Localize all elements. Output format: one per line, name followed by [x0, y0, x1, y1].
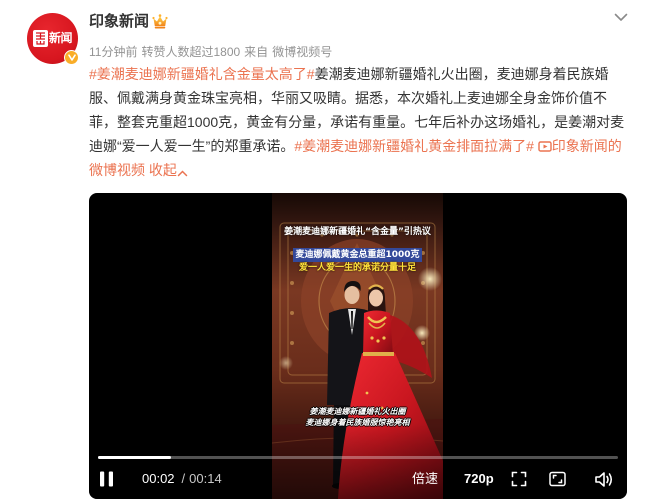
avatar[interactable]: 新闻 [27, 13, 79, 65]
avatar-logo-text: 新闻 [49, 31, 73, 45]
time-separator: / [181, 471, 186, 486]
progress-fill [98, 456, 171, 459]
verified-badge-icon [64, 50, 79, 65]
source-prefix: 来自 [244, 45, 269, 59]
time-display: 00:02 /00:14 [142, 471, 222, 487]
post-source[interactable]: 微博视频号 [272, 45, 332, 59]
post-text: #姜潮麦迪娜新疆婚礼含金量太高了#姜潮麦迪娜新疆婚礼火出圈，麦迪娜身着民族婚服、… [89, 62, 627, 182]
hashtag-link[interactable]: #姜潮麦迪娜新疆婚礼含金量太高了# [89, 66, 315, 82]
avatar-logo-seal [33, 30, 48, 47]
post-time[interactable]: 11分钟前 [89, 45, 137, 59]
chevron-down-icon[interactable] [614, 13, 628, 22]
playback-speed-button[interactable]: 倍速 [412, 471, 438, 487]
collapse-button[interactable]: 收起 [149, 162, 188, 178]
video-player[interactable]: 姜潮麦迪娜新疆婚礼“含金量”引热议 麦迪娜佩戴黄金总重超1000克 爱一人爱一生… [89, 193, 627, 499]
fullscreen-icon[interactable] [511, 471, 527, 487]
vip-crown-icon[interactable] [152, 14, 168, 29]
volume-icon[interactable] [594, 471, 614, 488]
web-fullscreen-icon[interactable] [549, 471, 566, 487]
pause-icon[interactable] [99, 471, 114, 487]
collapse-label: 收起 [148, 162, 177, 178]
video-subtitle-line: 姜潮麦迪娜新疆婚礼火出圈 [309, 407, 406, 416]
quality-selector[interactable]: 720p [464, 471, 494, 487]
video-icon [538, 141, 552, 152]
progress-bar[interactable] [98, 456, 618, 459]
hashtag-link[interactable]: #姜潮麦迪娜新疆婚礼黄金排面拉满了# [294, 138, 534, 154]
video-overlay-highlight-row: 麦迪娜佩戴黄金总重超1000克 [272, 242, 443, 262]
video-overlay-tagline: 爱一人爱一生的承诺分量十足 [298, 263, 416, 273]
video-overlay-highlight: 麦迪娜佩戴黄金总重超1000克 [293, 248, 422, 262]
post-meta: 11分钟前 转赞人数超过1800 来自 微博视频号 [89, 44, 332, 60]
engagement-stats: 转赞人数超过1800 [141, 45, 241, 59]
controls-shade [89, 423, 627, 499]
duration: 00:14 [189, 471, 222, 486]
current-time: 00:02 [142, 471, 175, 486]
author-name[interactable]: 印象新闻 [89, 12, 149, 32]
chevron-up-icon [177, 170, 188, 177]
video-overlay-title: 姜潮麦迪娜新疆婚礼“含金量”引热议 [284, 227, 431, 237]
